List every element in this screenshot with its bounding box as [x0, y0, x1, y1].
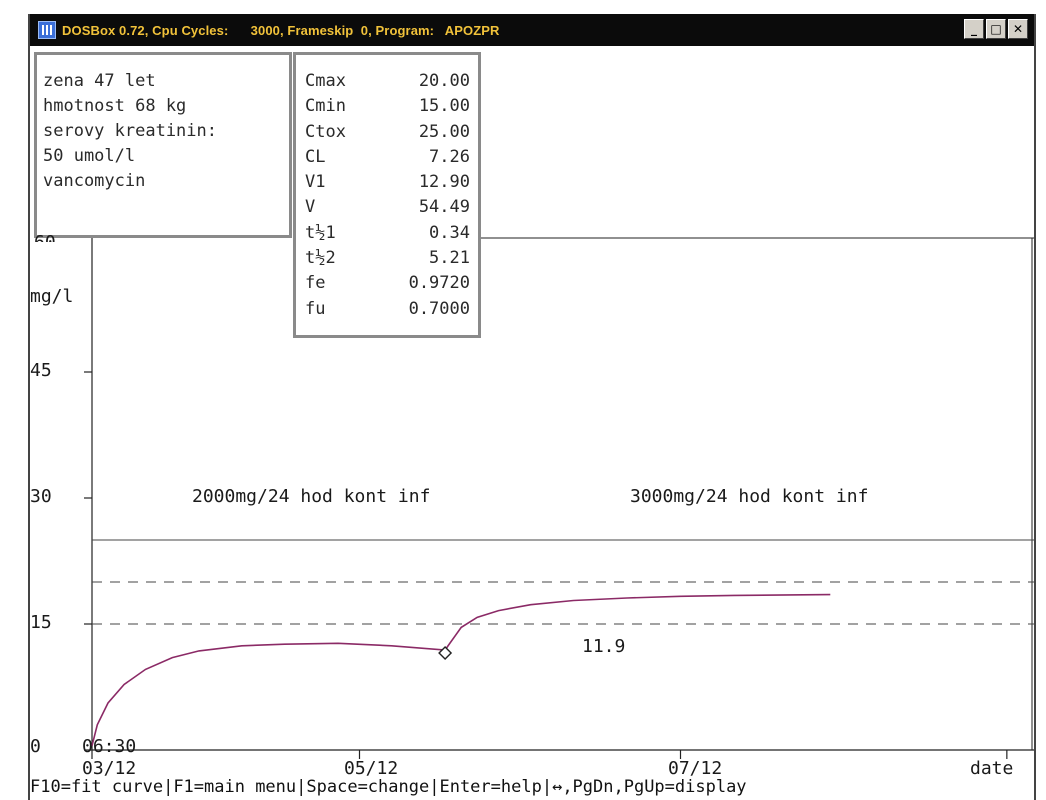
patient-line: zena 47 let: [43, 71, 156, 91]
maximize-button[interactable]: □: [986, 19, 1006, 39]
param-value: 54.49: [418, 197, 470, 218]
param-label: t½1: [305, 222, 336, 243]
dosbox-window: DOSBox 0.72, Cpu Cycles: 3000, Frameskip…: [28, 14, 1036, 800]
param-value: 7.26: [429, 146, 470, 167]
pk-parameters-box: Cmax 20.00 Cmin 15.00 Ctox 25.00 CL 7.26 V1 1…: [293, 52, 481, 338]
y-tick-label: 45: [30, 360, 52, 381]
status-fit-curve[interactable]: F10=fit curve: [30, 774, 163, 800]
dos-screen[interactable]: zena 47 let hmotnost 68 kg serovy kreati…: [30, 46, 1034, 800]
status-bar: F10=fit curve | F1=main menu | Space=change |…: [30, 774, 1034, 800]
param-row: CL 7.26: [305, 145, 470, 170]
param-label: Ctox: [305, 121, 346, 142]
patient-line: serovy kreatinin:: [43, 121, 217, 141]
y-tick-label: 30: [30, 486, 52, 507]
measured-value-label: 11.9: [582, 636, 626, 657]
dosbox-app-icon[interactable]: [38, 21, 56, 39]
param-label: fu: [305, 298, 326, 319]
title-bar[interactable]: DOSBox 0.72, Cpu Cycles: 3000, Frameskip…: [30, 14, 1034, 46]
status-main-menu[interactable]: F1=main menu: [173, 774, 296, 800]
status-change[interactable]: Space=change: [306, 774, 429, 800]
patient-line: 50 umol/l: [43, 146, 136, 166]
minimize-button[interactable]: _: [964, 19, 984, 39]
param-row: V 54.49: [305, 195, 470, 220]
window-title: DOSBox 0.72, Cpu Cycles: 3000, Frameskip…: [62, 22, 500, 38]
y-tick-label: 15: [30, 612, 52, 633]
param-row: Ctox 25.00: [305, 120, 470, 145]
patient-info-box: zena 47 let hmotnost 68 kg serovy kreati…: [34, 52, 292, 238]
param-value: 0.7000: [408, 298, 470, 319]
param-label: t½2: [305, 248, 336, 269]
param-value: 25.00: [418, 121, 470, 142]
status-separator: |: [163, 777, 174, 797]
param-row: Cmin 15.00: [305, 94, 470, 119]
param-label: V1: [305, 172, 326, 193]
param-row: t½2 5.21: [305, 246, 470, 271]
x-start-time: 06:30: [82, 736, 137, 757]
y-axis-unit: mg/l: [30, 286, 74, 307]
status-separator: |: [429, 777, 440, 797]
param-row: fu 0.7000: [305, 297, 470, 322]
y-tick-label: 0: [30, 736, 41, 757]
param-label: V: [305, 197, 316, 218]
param-value: 0.9720: [408, 273, 470, 294]
param-row: t½1 0.34: [305, 221, 470, 246]
status-separator: |: [296, 777, 307, 797]
status-display[interactable]: ↔,PgDn,PgUp=display: [552, 774, 746, 800]
param-label: CL: [305, 146, 326, 167]
param-value: 15.00: [418, 96, 470, 117]
param-row: Cmax 20.00: [305, 69, 470, 94]
y-tick-partial: 60: [34, 232, 56, 242]
param-label: Cmin: [305, 96, 346, 117]
dose-annotation-1: 2000mg/24 hod kont inf: [192, 486, 431, 507]
status-separator: |: [541, 777, 553, 797]
status-help[interactable]: Enter=help: [439, 774, 541, 800]
param-row: V1 12.90: [305, 170, 470, 195]
measured-point-marker: [438, 646, 453, 661]
param-row: fe 0.9720: [305, 271, 470, 296]
dose-annotation-2: 3000mg/24 hod kont inf: [630, 486, 869, 507]
window-controls: _ □ ✕: [964, 19, 1028, 39]
param-value: 12.90: [418, 172, 470, 193]
param-value: 20.00: [418, 71, 470, 91]
patient-line: hmotnost 68 kg: [43, 96, 187, 116]
concentration-curve: [91, 593, 831, 746]
drug-name: vancomycin: [43, 171, 146, 191]
param-value: 5.21: [429, 248, 470, 269]
param-value: 0.34: [429, 222, 470, 243]
param-label: Cmax: [305, 71, 346, 91]
close-button[interactable]: ✕: [1008, 19, 1028, 39]
param-label: fe: [305, 273, 326, 294]
